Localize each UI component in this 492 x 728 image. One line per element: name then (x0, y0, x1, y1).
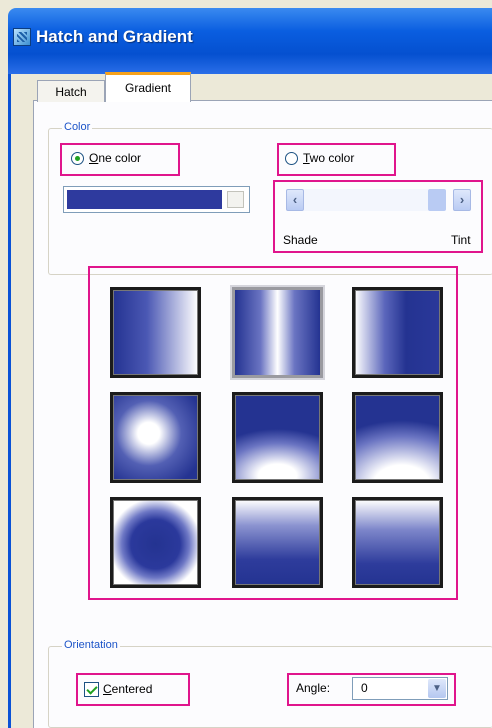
gradient-pattern-inverted-curved[interactable] (352, 497, 443, 588)
two-color-radio[interactable] (285, 152, 298, 165)
centered-label[interactable]: Centered (103, 682, 152, 696)
tab-gradient[interactable]: Gradient (105, 72, 191, 102)
gradient-pattern-curved[interactable] (352, 392, 443, 483)
one-color-radio[interactable] (71, 152, 84, 165)
color-swatch-field[interactable] (63, 186, 250, 213)
app-icon (13, 28, 31, 46)
gradient-pattern-inverted-cylinder[interactable] (352, 287, 443, 378)
one-color-label[interactable]: One color (89, 151, 141, 165)
centered-mnemonic: C (103, 682, 112, 696)
two-color-label[interactable]: Two color (303, 151, 354, 165)
color-swatch (67, 190, 222, 209)
centered-checkbox[interactable] (84, 682, 99, 697)
gradient-pattern-spherical[interactable] (110, 392, 201, 483)
shade-label: Shade (283, 233, 318, 247)
centered-label-rest: entered (111, 682, 153, 696)
gradient-pattern-linear[interactable] (110, 287, 201, 378)
angle-label: Angle: (296, 681, 331, 695)
one-color-mnemonic: O (89, 151, 99, 165)
one-color-label-rest: ne color (98, 151, 142, 165)
color-group-label: Color (62, 121, 93, 133)
shade-tint-thumb[interactable] (428, 189, 446, 211)
shade-tint-track[interactable] (304, 189, 428, 211)
window-title: Hatch and Gradient (36, 27, 193, 46)
angle-combobox[interactable]: 0 ▼ (352, 677, 448, 700)
two-color-label-rest: wo color (309, 151, 355, 165)
orientation-group-label: Orientation (62, 639, 120, 651)
two-color-mnemonic: T (303, 151, 310, 165)
chevron-down-icon[interactable]: ▼ (428, 679, 446, 698)
tab-hatch[interactable]: Hatch (37, 80, 105, 102)
color-browse-button[interactable] (227, 191, 244, 208)
gradient-pattern-cylinder[interactable] (232, 287, 323, 378)
shade-tint-scroll-right[interactable]: › (453, 189, 471, 211)
tint-label: Tint (451, 233, 471, 247)
gradient-pattern-inverted-spherical[interactable] (110, 497, 201, 588)
angle-value: 0 (361, 681, 368, 695)
gradient-pattern-inverted-hemispherical[interactable] (232, 497, 323, 588)
gradient-pattern-hemispherical[interactable] (232, 392, 323, 483)
shade-tint-scroll-left[interactable]: ‹ (286, 189, 304, 211)
